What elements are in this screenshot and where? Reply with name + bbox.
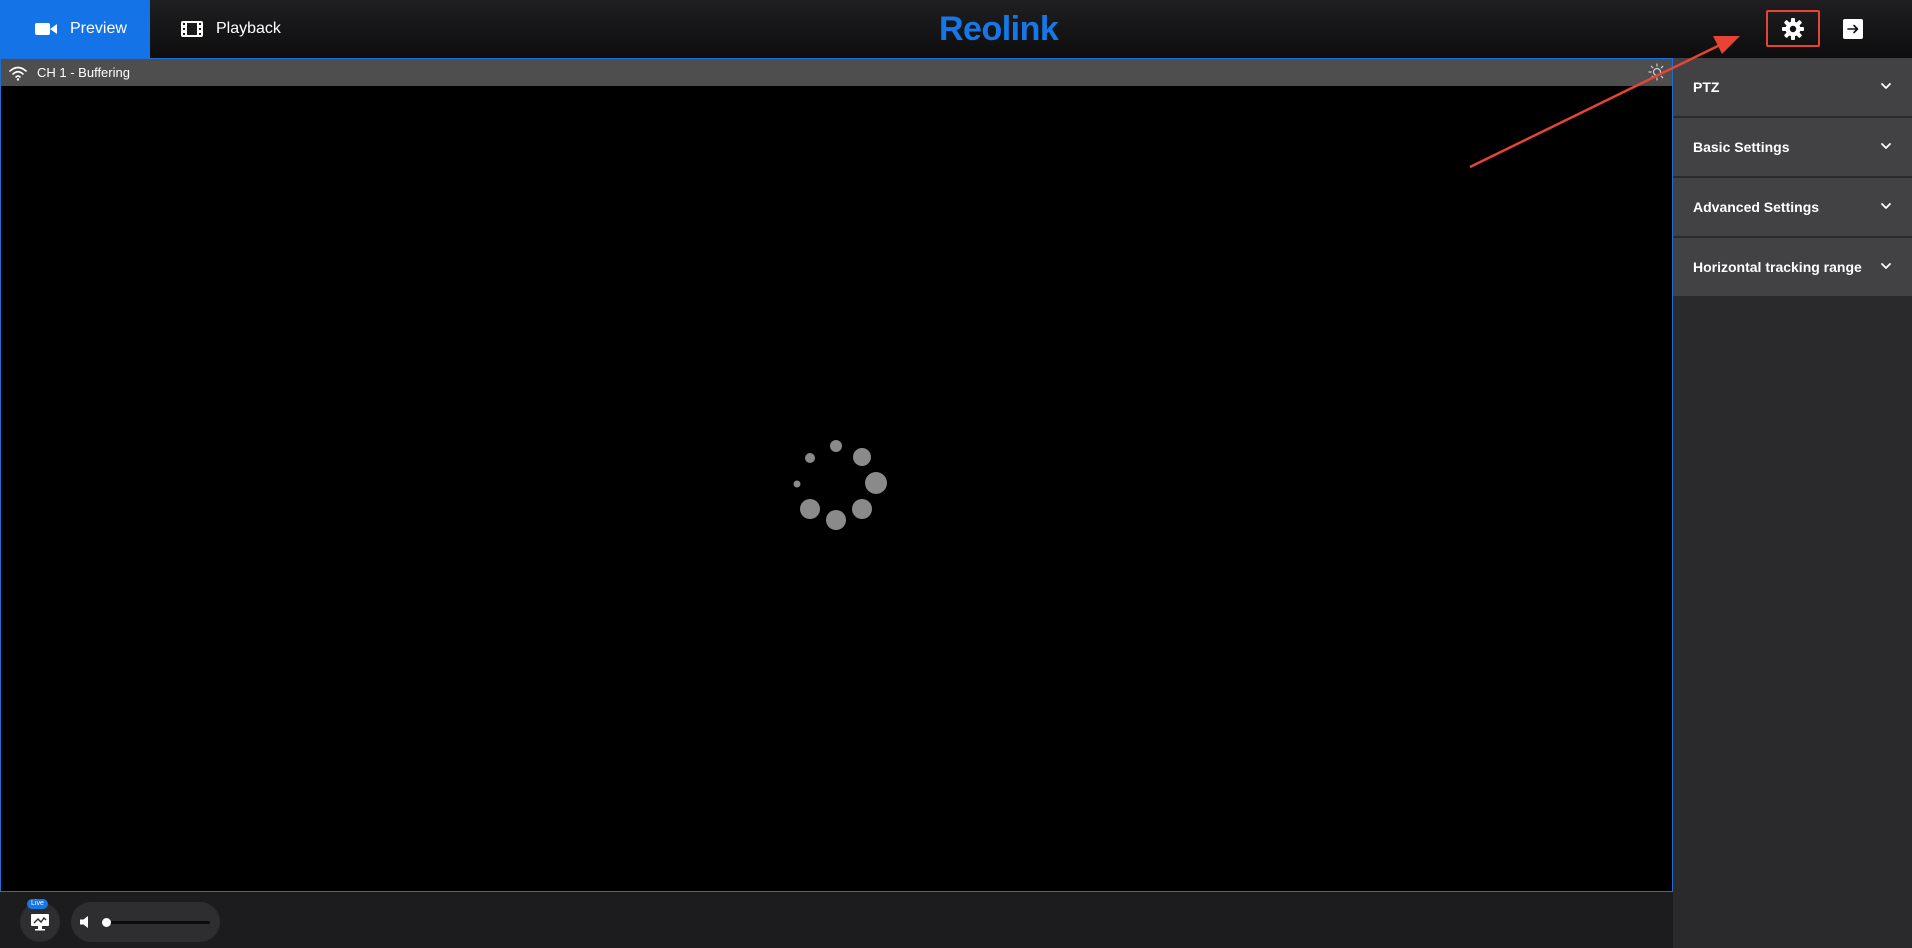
tab-preview[interactable]: Preview bbox=[0, 0, 150, 58]
bottom-bar: Live bbox=[0, 892, 1673, 948]
sun-icon[interactable] bbox=[1648, 63, 1666, 81]
logout-icon bbox=[1843, 19, 1863, 39]
side-item-label: Horizontal tracking range bbox=[1693, 259, 1862, 275]
chevron-down-icon bbox=[1881, 83, 1891, 89]
speaker-icon[interactable] bbox=[77, 913, 95, 931]
monitor-icon bbox=[31, 914, 49, 931]
wifi-icon bbox=[9, 66, 27, 81]
reolink-logo: Reolink bbox=[939, 9, 1059, 48]
side-item-ptz[interactable]: PTZ bbox=[1673, 58, 1912, 116]
volume-slider-knob[interactable] bbox=[102, 918, 111, 927]
gear-icon bbox=[1782, 17, 1804, 40]
top-bar: Preview Playback Reolink bbox=[0, 0, 1912, 58]
loading-spinner-icon bbox=[793, 440, 887, 530]
volume-slider[interactable] bbox=[102, 918, 210, 927]
side-item-label: PTZ bbox=[1693, 79, 1720, 95]
volume-control bbox=[71, 902, 220, 942]
side-panel: PTZ Basic Settings Advanced Settings Hor… bbox=[1673, 58, 1912, 948]
tab-playback[interactable]: Playback bbox=[150, 0, 300, 58]
chevron-down-icon bbox=[1881, 263, 1891, 269]
channel-status-label: CH 1 - Buffering bbox=[37, 65, 130, 80]
side-item-horizontal-tracking-range[interactable]: Horizontal tracking range bbox=[1673, 238, 1912, 296]
chevron-down-icon bbox=[1881, 203, 1891, 209]
side-item-label: Basic Settings bbox=[1693, 139, 1790, 155]
live-badge: Live bbox=[27, 899, 48, 909]
video-camera-icon bbox=[35, 23, 57, 35]
tab-playback-label: Playback bbox=[216, 20, 281, 37]
tab-preview-label: Preview bbox=[70, 20, 127, 37]
video-panel[interactable]: CH 1 - Buffering bbox=[0, 58, 1673, 892]
film-icon bbox=[181, 21, 203, 37]
logout-button[interactable] bbox=[1841, 17, 1865, 41]
side-item-advanced-settings[interactable]: Advanced Settings bbox=[1673, 178, 1912, 236]
chevron-down-icon bbox=[1881, 143, 1891, 149]
app-root: Preview Playback Reolink CH 1 - Bufferin… bbox=[0, 0, 1912, 948]
side-item-basic-settings[interactable]: Basic Settings bbox=[1673, 118, 1912, 176]
side-item-label: Advanced Settings bbox=[1693, 199, 1820, 215]
settings-button[interactable] bbox=[1766, 10, 1820, 47]
channel-status-bar: CH 1 - Buffering bbox=[1, 59, 1672, 86]
